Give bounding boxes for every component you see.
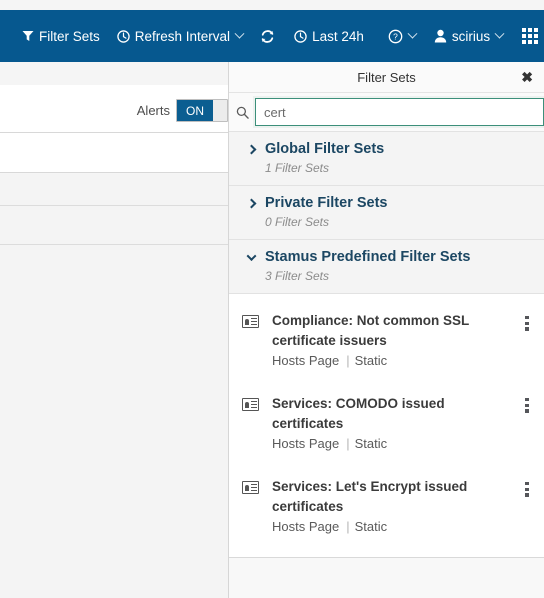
id-card-icon — [242, 481, 259, 494]
search-input[interactable] — [255, 98, 544, 126]
refresh-icon — [260, 29, 275, 44]
alerts-toggle[interactable]: ON — [176, 99, 228, 122]
filter-set-name: Services: COMODO issued certificates — [272, 396, 445, 431]
filter-group-stamus-title-row: Stamus Predefined Filter Sets — [246, 249, 544, 265]
chevron-right-icon — [246, 144, 257, 154]
alerts-toggle-knob — [213, 100, 227, 121]
drawer-search-row — [229, 93, 544, 131]
filter-set-body: Services: COMODO issued certificates Hos… — [272, 394, 520, 451]
filter-set-separator: | — [346, 519, 350, 534]
drawer-footer — [229, 558, 544, 598]
filter-sets-drawer: Filter Sets ✖ Global Filter Sets 1 Filte… — [228, 62, 544, 598]
alerts-label: Alerts — [136, 103, 170, 118]
nav-refresh-interval[interactable]: Refresh Interval — [117, 28, 245, 44]
filter-group-stamus-title: Stamus Predefined Filter Sets — [265, 249, 471, 265]
top-navbar: Filter Sets Refresh Interval Last 24h ? … — [0, 10, 544, 62]
id-card-icon — [242, 398, 259, 411]
alerts-toggle-state: ON — [177, 100, 213, 121]
list-item[interactable]: Compliance: Not common SSL certificate i… — [229, 302, 544, 377]
kebab-menu-icon[interactable] — [520, 398, 534, 413]
filter-group-stamus-count: 3 Filter Sets — [265, 269, 330, 283]
app-root: Filter Sets Refresh Interval Last 24h ? … — [0, 0, 544, 598]
nav-refresh-interval-label: Refresh Interval — [134, 28, 231, 44]
filter-set-separator: | — [346, 436, 350, 451]
user-icon — [434, 29, 447, 43]
filter-group-stamus-predefined[interactable]: Stamus Predefined Filter Sets 3 Filter S… — [229, 240, 544, 294]
nav-time-range[interactable]: Last 24h — [294, 29, 364, 44]
svg-text:?: ? — [393, 31, 398, 41]
nav-refresh-button[interactable] — [260, 29, 275, 44]
filter-group-private-count: 0 Filter Sets — [265, 215, 330, 229]
search-icon — [229, 98, 255, 126]
nav-user-label: scirius — [451, 28, 491, 44]
filter-group-global-title-row: Global Filter Sets — [246, 141, 544, 157]
filter-set-body: Services: Let's Encrypt issued certifica… — [272, 477, 520, 534]
filter-set-page: Hosts Page — [272, 519, 340, 534]
nav-help[interactable]: ? — [388, 28, 418, 44]
filter-group-global[interactable]: Global Filter Sets 1 Filter Sets — [229, 131, 544, 186]
filter-set-meta: Hosts Page | Static — [272, 519, 514, 534]
list-bottom-spacer — [229, 543, 544, 557]
grid-icon — [522, 28, 539, 44]
filter-set-meta: Hosts Page | Static — [272, 353, 514, 368]
filter-set-meta: Hosts Page | Static — [272, 436, 514, 451]
nav-user-menu[interactable]: scirius — [434, 28, 505, 44]
chevron-right-icon — [246, 198, 257, 208]
nav-time-range-label: Last 24h — [312, 28, 364, 44]
filter-group-global-title: Global Filter Sets — [265, 141, 385, 157]
id-card-icon — [242, 315, 259, 328]
list-item[interactable]: Services: COMODO issued certificates Hos… — [229, 377, 544, 460]
question-circle-icon: ? — [388, 29, 403, 44]
chevron-down-icon — [494, 28, 505, 39]
kebab-menu-icon[interactable] — [520, 316, 534, 331]
chevron-down-icon — [246, 250, 257, 261]
clock-icon — [117, 29, 130, 43]
filter-set-name: Compliance: Not common SSL certificate i… — [272, 313, 470, 348]
nav-filter-sets[interactable]: Filter Sets — [22, 29, 100, 44]
list-item[interactable]: Services: Let's Encrypt issued certifica… — [229, 460, 544, 543]
nav-app-launcher[interactable] — [522, 28, 539, 44]
chevron-down-icon — [407, 28, 418, 39]
nav-filter-sets-label: Filter Sets — [39, 28, 100, 44]
window-top-strip — [0, 0, 544, 10]
filter-icon — [22, 30, 34, 42]
filter-set-page: Hosts Page — [272, 436, 340, 451]
filter-set-page: Hosts Page — [272, 353, 340, 368]
filter-set-type: Static — [354, 436, 388, 451]
drawer-title: Filter Sets — [357, 69, 416, 85]
filter-set-list: Compliance: Not common SSL certificate i… — [229, 294, 544, 558]
filter-group-private[interactable]: Private Filter Sets 0 Filter Sets — [229, 186, 544, 240]
kebab-menu-icon[interactable] — [520, 482, 534, 497]
filter-group-global-count: 1 Filter Sets — [265, 161, 330, 175]
filter-set-body: Compliance: Not common SSL certificate i… — [272, 311, 520, 368]
clock-icon — [294, 29, 307, 43]
close-icon[interactable]: ✖ — [521, 70, 533, 84]
drawer-header: Filter Sets ✖ — [229, 62, 544, 93]
filter-set-separator: | — [346, 353, 350, 368]
filter-group-private-title-row: Private Filter Sets — [246, 195, 544, 211]
filter-group-private-title: Private Filter Sets — [265, 195, 388, 211]
chevron-down-icon — [234, 28, 245, 39]
alerts-toggle-group: Alerts ON — [137, 99, 228, 122]
filter-set-type: Static — [354, 519, 388, 534]
filter-set-name: Services: Let's Encrypt issued certifica… — [272, 479, 468, 514]
filter-set-type: Static — [354, 353, 388, 368]
